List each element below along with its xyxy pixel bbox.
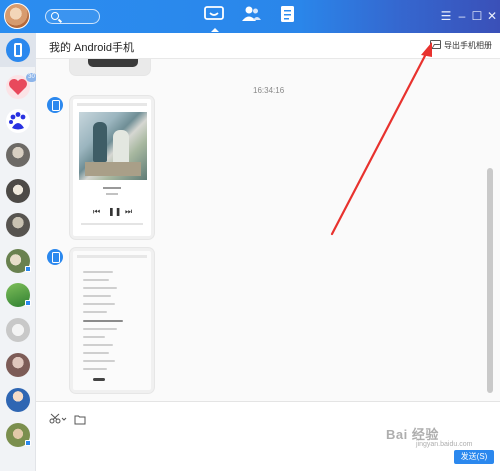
annotation-arrow — [330, 42, 432, 236]
